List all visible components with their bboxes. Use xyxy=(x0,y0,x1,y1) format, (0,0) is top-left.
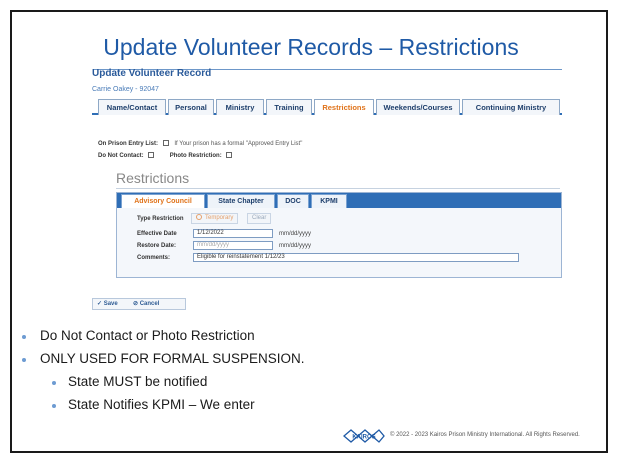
clear-button[interactable]: Clear xyxy=(247,213,272,224)
temporary-radio[interactable]: Temporary xyxy=(191,213,239,224)
save-label: Save xyxy=(103,301,118,307)
cancel-label: Cancel xyxy=(139,301,160,307)
tab-continuing-ministry[interactable]: Continuing Ministry xyxy=(462,99,560,115)
tab-training[interactable]: Training xyxy=(266,99,312,115)
slide-title: Update Volunteer Records – Restrictions xyxy=(103,34,519,60)
bullet-dot-icon xyxy=(52,381,56,385)
tab-personal[interactable]: Personal xyxy=(168,99,214,115)
restore-date-format: mm/dd/yyyy xyxy=(279,243,312,249)
restore-date-label: Restore Date: xyxy=(137,243,177,249)
prison-entry-row: On Prison Entry List: If Your prison has… xyxy=(98,140,302,147)
tab-state-chapter[interactable]: State Chapter xyxy=(207,194,275,208)
copyright: © 2022 - 2023 Kairos Prison Ministry Int… xyxy=(390,432,580,438)
do-not-contact-checkbox[interactable] xyxy=(148,152,155,158)
prison-entry-checkbox[interactable] xyxy=(162,140,169,146)
svg-text:KAIROS: KAIROS xyxy=(352,435,375,441)
tab-doc[interactable]: DOC xyxy=(277,194,309,208)
tab-kpmi[interactable]: KPMI xyxy=(311,194,347,208)
comments-label: Comments: xyxy=(137,255,171,261)
tab-weekends-courses[interactable]: Weekends/Courses xyxy=(376,99,460,115)
kairos-logo: KAIROS xyxy=(343,429,385,443)
restore-date-input[interactable]: mm/dd/yyyy xyxy=(193,241,273,250)
effective-date-label: Effective Date xyxy=(137,231,177,237)
bullet-dot-icon xyxy=(22,335,26,339)
embedded-screenshot: Update Volunteer Record Carrie Oakey - 9… xyxy=(92,66,562,312)
tab-restrictions[interactable]: Restrictions xyxy=(314,99,374,115)
bullet-dot-icon xyxy=(52,404,56,408)
tab-name-contact[interactable]: Name/Contact xyxy=(98,99,166,115)
slide: Update Volunteer Records – Restrictions … xyxy=(10,10,608,453)
prison-entry-label: On Prison Entry List: xyxy=(98,141,159,147)
photo-restriction-checkbox[interactable] xyxy=(226,152,233,158)
radio-icon xyxy=(196,214,202,220)
bullet-item: Do Not Contact or Photo Restriction xyxy=(40,328,255,343)
comments-input[interactable]: Eligible for reinstatement 1/12/23 xyxy=(193,253,519,262)
bullet-dot-icon xyxy=(22,358,26,362)
restrictions-panel: Advisory Council State Chapter DOC KPMI … xyxy=(116,192,562,278)
contact-photo-row: Do Not Contact: Photo Restriction: xyxy=(98,152,236,159)
effective-date-format: mm/dd/yyyy xyxy=(279,231,312,237)
sub-bullet-item: State Notifies KPMI – We enter xyxy=(68,397,255,412)
cancel-icon: ⊘ xyxy=(133,301,139,307)
temporary-label: Temporary xyxy=(205,215,234,221)
effective-date-input[interactable]: 1/12/2022 xyxy=(193,229,273,238)
volunteer-name: Carrie Oakey - 92047 xyxy=(92,86,159,93)
tab-advisory-council[interactable]: Advisory Council xyxy=(121,194,205,208)
restrictions-heading: Restrictions xyxy=(116,170,190,186)
restrictions-divider xyxy=(116,188,560,189)
prison-entry-note: If Your prison has a formal "Approved En… xyxy=(174,141,303,147)
check-icon: ✓ xyxy=(97,301,103,307)
record-tabs: Name/Contact Personal Ministry Training … xyxy=(92,97,562,115)
form-actions: ✓ Save ⊘ Cancel xyxy=(92,298,186,310)
cancel-button[interactable]: ⊘ Cancel xyxy=(133,299,159,309)
tab-ministry[interactable]: Ministry xyxy=(216,99,264,115)
restriction-source-tabs: Advisory Council State Chapter DOC KPMI xyxy=(117,193,561,208)
type-restriction-label: Type Restriction xyxy=(137,216,184,222)
save-button[interactable]: ✓ Save xyxy=(97,299,118,309)
footer: KAIROS © 2022 - 2023 Kairos Prison Minis… xyxy=(342,428,604,444)
bullet-item: ONLY USED FOR FORMAL SUSPENSION. xyxy=(40,351,305,366)
record-title: Update Volunteer Record xyxy=(92,68,212,79)
photo-restriction-label: Photo Restriction: xyxy=(169,153,222,159)
sub-bullet-item: State MUST be notified xyxy=(68,374,208,389)
do-not-contact-label: Do Not Contact: xyxy=(98,153,144,159)
